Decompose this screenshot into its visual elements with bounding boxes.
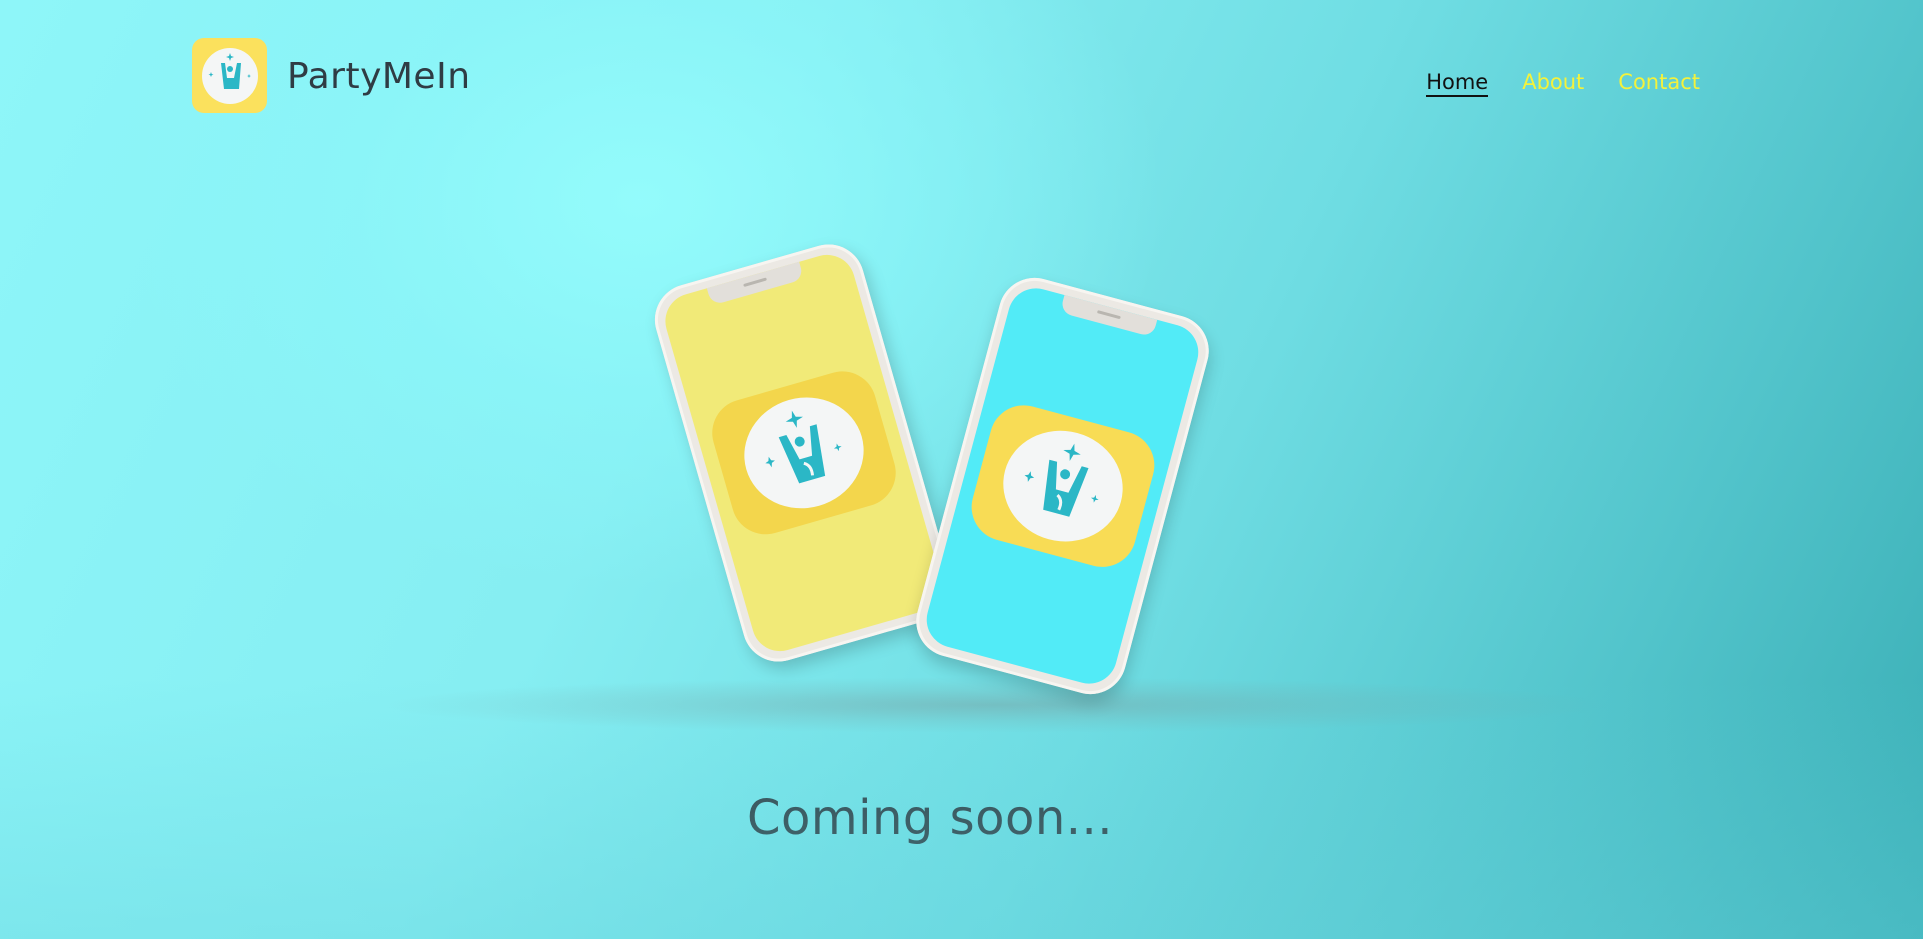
nav-about[interactable]: About [1522, 70, 1584, 97]
rock-hand-icon [1024, 443, 1099, 517]
main-nav: Home About Contact [1426, 70, 1700, 97]
brand-name: PartyMeIn [287, 56, 471, 97]
phone-screen [658, 248, 949, 658]
coming-soon-heading: Coming soon... [746, 790, 1114, 846]
rock-hand-icon [764, 410, 842, 484]
app-icon [703, 363, 904, 543]
nav-contact[interactable]: Contact [1618, 70, 1700, 97]
phone-screen [920, 282, 1205, 690]
rock-hand-icon [201, 47, 258, 104]
logo[interactable] [192, 38, 267, 113]
nav-home[interactable]: Home [1426, 70, 1489, 97]
page: PartyMeIn Home About Contact Coming soon… [0, 0, 1923, 939]
app-icon [963, 397, 1162, 575]
phone-mockup-blue [908, 269, 1217, 703]
phone-mockup-yellow [646, 235, 961, 671]
